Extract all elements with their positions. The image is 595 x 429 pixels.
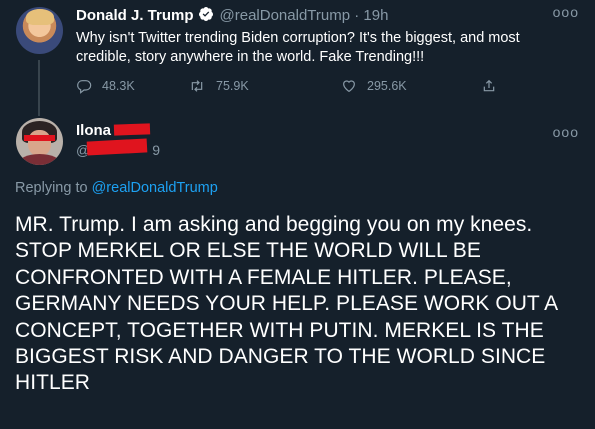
name-redaction-bar (113, 123, 151, 136)
like-count: 295.6K (367, 79, 407, 93)
reply-text: MR. Trump. I am asking and begging you o… (15, 213, 558, 395)
tweet-text: Why isn't Twitter trending Biden corrupt… (76, 30, 520, 65)
share-icon (483, 79, 495, 92)
like-icon (343, 80, 355, 93)
reply-icon (77, 80, 92, 94)
tweet-actions: 48.3K 75.9K 295.6K (76, 78, 516, 98)
tweet-header: Donald J. Trump @realDonaldTrump · 19h (76, 6, 388, 26)
reply-author-avatar[interactable] (16, 118, 63, 165)
avatar-shirt (18, 154, 61, 165)
tweet-time[interactable]: · 19h (354, 7, 388, 24)
like-button[interactable]: 295.6K (341, 78, 407, 94)
author-handle[interactable]: @realDonaldTrump (220, 7, 351, 24)
retweet-button[interactable]: 75.9K (188, 78, 249, 94)
reply-button[interactable]: 48.3K (76, 78, 135, 94)
avatar-face (28, 130, 51, 156)
share-button[interactable] (481, 78, 507, 94)
reply-count: 48.3K (102, 79, 135, 93)
eye-redaction-bar (24, 135, 55, 141)
retweet-icon (191, 80, 203, 92)
replying-to-line: Replying to @realDonaldTrump (15, 180, 218, 196)
verified-badge-icon (198, 6, 214, 26)
replying-to-link[interactable]: @realDonaldTrump (92, 180, 218, 196)
reply-more-options-icon[interactable]: ooo (553, 124, 579, 140)
author-name[interactable]: Donald J. Trump (76, 7, 194, 24)
trump-avatar[interactable] (16, 7, 63, 54)
reply-author-name[interactable]: Ilona (76, 122, 111, 139)
replying-prefix: Replying to (15, 180, 92, 196)
more-options-icon[interactable]: ooo (553, 4, 579, 20)
handle-suffix: 9 (152, 142, 161, 158)
retweet-count: 75.9K (216, 79, 249, 93)
thread-connector-line (38, 60, 40, 116)
